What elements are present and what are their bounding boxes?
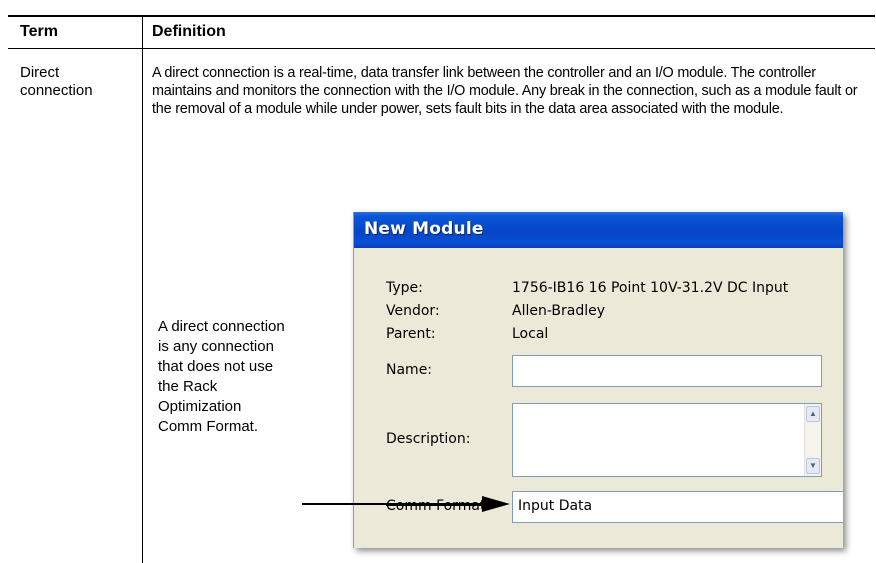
parent-label: Parent: <box>386 326 436 342</box>
table-top-rule <box>8 15 875 17</box>
callout-line: Optimization <box>158 398 242 415</box>
callout-line: that does not use <box>158 358 274 375</box>
vendor-label: Vendor: <box>386 303 440 319</box>
comm-format-input[interactable]: Input Data <box>512 491 843 523</box>
description-textarea[interactable]: ▲ ▼ <box>512 403 822 477</box>
dialog-title: New Module <box>364 219 484 239</box>
callout-line: A direct connection <box>158 318 285 335</box>
name-label: Name: <box>386 362 433 378</box>
type-label: Type: <box>386 280 423 296</box>
callout-text: A direct connection is any connection th… <box>158 317 308 437</box>
header-definition: Definition <box>152 23 226 40</box>
header-term: Term <box>20 23 58 40</box>
scroll-down-arrow-icon[interactable]: ▼ <box>806 458 820 474</box>
description-label: Description: <box>386 431 471 447</box>
type-value: 1756-IB16 16 Point 10V-31.2V DC Input <box>512 280 789 296</box>
term-direct-connection: Direct connection <box>20 64 93 99</box>
comm-format-label: Comm Format: <box>386 498 491 514</box>
table-column-divider <box>142 15 143 563</box>
callout-line: the Rack <box>158 378 218 395</box>
name-input[interactable] <box>512 355 822 387</box>
parent-value: Local <box>512 326 549 342</box>
description-scrollbar[interactable]: ▲ ▼ <box>804 404 821 476</box>
vendor-value: Allen-Bradley <box>512 303 606 319</box>
callout-line: is any connection <box>158 338 274 355</box>
table-header-rule <box>8 48 875 49</box>
definition-text: A direct connection is a real-time, data… <box>152 65 858 117</box>
new-module-dialog: New Module Type: 1756-IB16 16 Point 10V-… <box>353 212 843 548</box>
dialog-titlebar[interactable]: New Module <box>354 212 843 248</box>
comm-format-value: Input Data <box>518 498 593 514</box>
scroll-up-arrow-icon[interactable]: ▲ <box>806 406 820 422</box>
callout-line: Comm Format. <box>158 418 259 435</box>
